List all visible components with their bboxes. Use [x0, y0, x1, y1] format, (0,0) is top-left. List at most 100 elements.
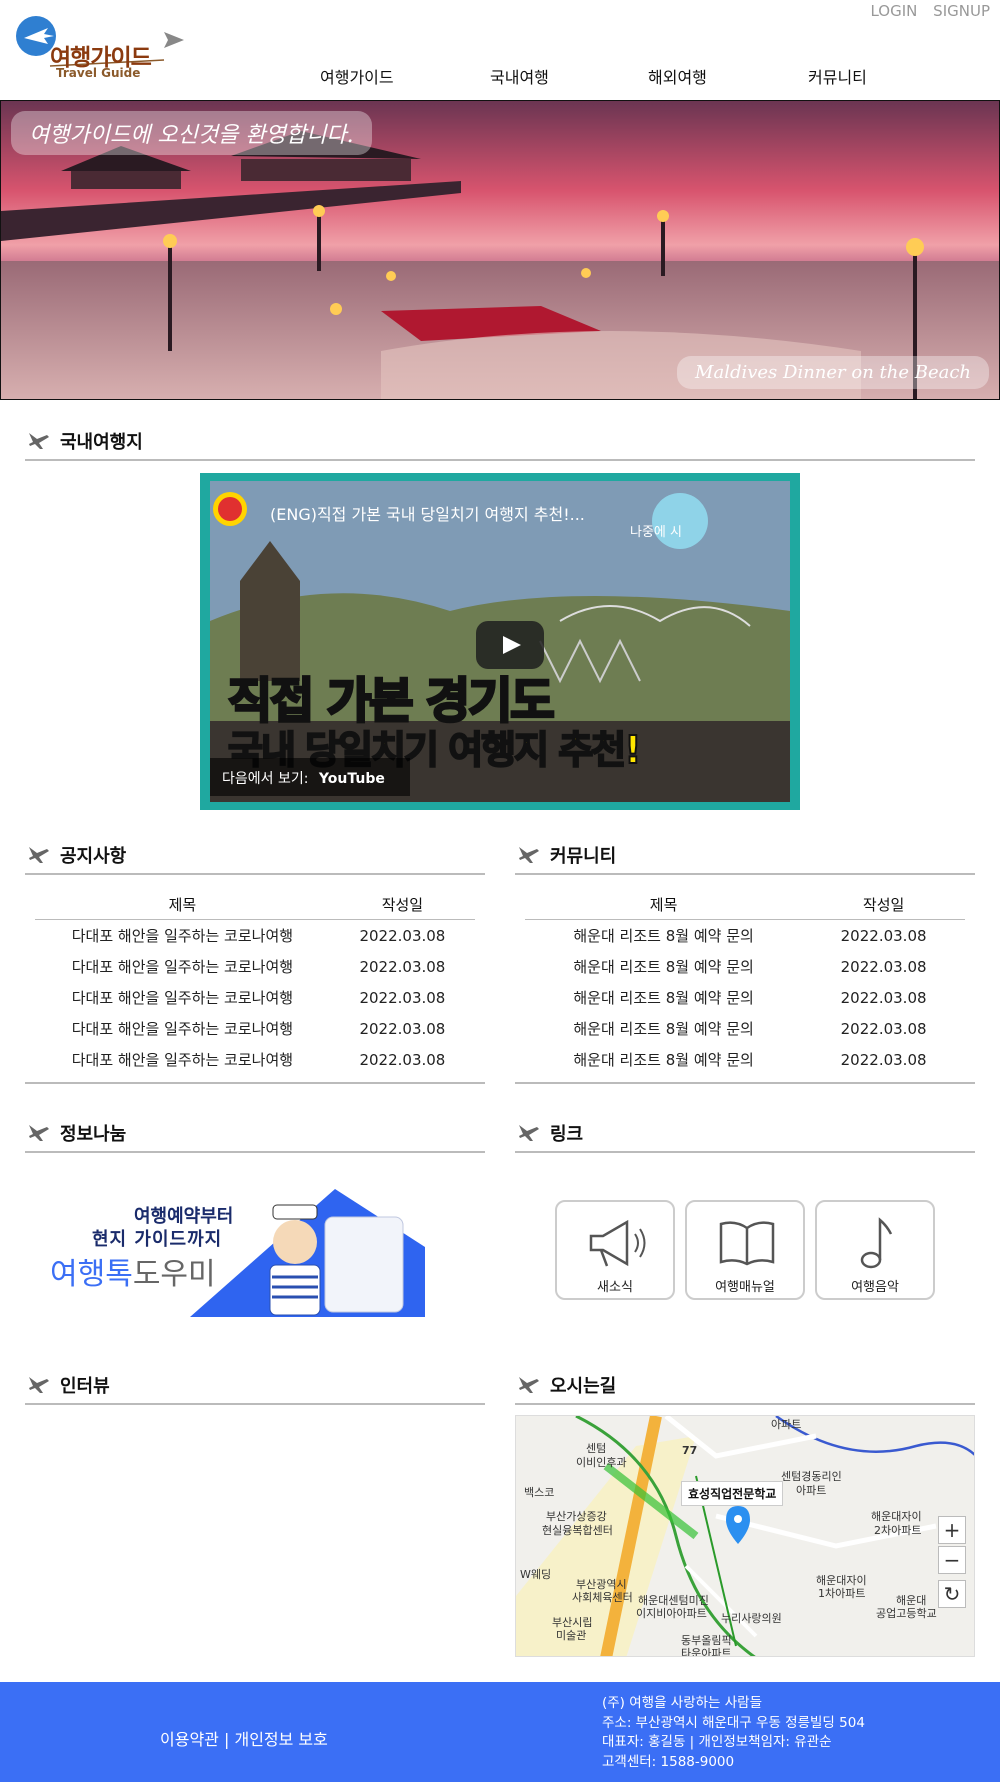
post-title[interactable]: 다대포 해안을 일주하는 코로나여행 — [35, 982, 330, 1013]
post-title[interactable]: 해운대 리조트 8월 예약 문의 — [525, 1013, 802, 1044]
map-label: 이비인후과 — [576, 1456, 627, 1469]
nav-item-domestic[interactable]: 국내여행 — [490, 64, 549, 88]
post-title[interactable]: 해운대 리조트 8월 예약 문의 — [525, 982, 802, 1013]
megaphone-icon — [589, 1219, 646, 1267]
table-row[interactable]: 다대포 해안을 일주하는 코로나여행 2022.03.08 — [35, 1013, 475, 1044]
banner-brand-blue: 여행톡 — [50, 1257, 133, 1292]
table-row[interactable]: 해운대 리조트 8월 예약 문의 2022.03.08 — [525, 951, 965, 982]
location-map[interactable]: 아파트 센텀 이비인후과 백스코 센텀경동리인 아파트 부산가상증강 현실융복합… — [515, 1415, 975, 1657]
plane-icon — [519, 847, 539, 863]
map-zoom-in-button[interactable]: + — [938, 1516, 966, 1544]
site-footer: 이용약관 | 개인정보 보호 (주) 여행을 사랑하는 사람들 주소: 부산광역… — [0, 1682, 1000, 1782]
interview-section-header: 인터뷰 — [25, 1369, 485, 1405]
notice-board: 제목 작성일 다대포 해안을 일주하는 코로나여행 2022.03.08 다대포 … — [25, 890, 485, 1084]
map-label: 현실융복합센터 — [542, 1524, 613, 1537]
footer-separator: | — [223, 1730, 230, 1749]
map-label: 백스코 — [524, 1486, 555, 1499]
nav-item-overseas[interactable]: 해외여행 — [648, 64, 707, 88]
youtube-logo: YouTube — [318, 771, 385, 787]
post-date: 2022.03.08 — [359, 957, 446, 976]
link-manual-button[interactable]: 여행매뉴얼 — [685, 1200, 805, 1300]
col-title-header: 제목 — [525, 890, 803, 920]
post-date: 2022.03.08 — [840, 957, 927, 976]
links-section-header: 링크 — [515, 1117, 975, 1153]
table-row[interactable]: 다대포 해안을 일주하는 코로나여행 2022.03.08 — [35, 1044, 475, 1075]
nav-item-travel-guide[interactable]: 여행가이드 — [320, 64, 394, 88]
post-title[interactable]: 다대포 해안을 일주하는 코로나여행 — [35, 1013, 330, 1044]
table-row[interactable]: 다대포 해안을 일주하는 코로나여행 2022.03.08 — [35, 951, 475, 982]
plane-icon — [29, 1125, 49, 1141]
company-name: (주) 여행을 사랑하는 사람들 — [602, 1695, 763, 1711]
nav-item-community[interactable]: 커뮤니티 — [808, 64, 867, 88]
post-date: 2022.03.08 — [359, 1050, 446, 1069]
directions-section-title: 오시는길 — [550, 1376, 617, 1397]
table-row[interactable]: 해운대 리조트 8월 예약 문의 2022.03.08 — [525, 1013, 965, 1044]
hero-welcome-text: 여행가이드에 오신것을 환영합니다. — [11, 111, 372, 155]
company-info: (주) 여행을 사랑하는 사람들 주소: 부산광역시 해운대구 우동 정릉빌딩 … — [602, 1694, 865, 1772]
plane-icon — [29, 1377, 49, 1393]
map-label: 사회체육센터 — [572, 1591, 633, 1604]
travel-talk-banner[interactable]: 여행예약부터 현지 가이드까지 여행톡도우미 — [40, 1187, 425, 1317]
map-label: 타운아파트 — [681, 1647, 732, 1657]
post-title[interactable]: 다대포 해안을 일주하는 코로나여행 — [35, 951, 330, 982]
login-link[interactable]: LOGIN — [870, 2, 917, 20]
watch-on-youtube[interactable]: 다음에서 보기: YouTube — [210, 758, 410, 796]
banner-brand-gray: 도우미 — [132, 1257, 216, 1292]
banner-brand: 여행톡도우미 — [50, 1249, 216, 1293]
plane-icon — [519, 1377, 539, 1393]
table-row[interactable]: 해운대 리조트 8월 예약 문의 2022.03.08 — [525, 982, 965, 1013]
watch-later-button[interactable]: 나중에 시 — [630, 521, 682, 540]
company-ceo: 대표자: 홍길동 | 개인정보책임자: 유관순 — [602, 1734, 832, 1750]
table-row[interactable]: 다대포 해안을 일주하는 코로나여행 2022.03.08 — [35, 982, 475, 1013]
post-title[interactable]: 다대포 해안을 일주하는 코로나여행 — [35, 1044, 330, 1075]
domestic-section-title: 국내여행지 — [60, 432, 143, 453]
community-section-header: 커뮤니티 — [515, 839, 975, 875]
table-row[interactable]: 해운대 리조트 8월 예약 문의 2022.03.08 — [525, 1044, 965, 1075]
hero-caption: Maldives Dinner on the Beach — [677, 356, 989, 389]
post-title[interactable]: 다대포 해안을 일주하는 코로나여행 — [35, 920, 330, 952]
company-address: 주소: 부산광역시 해운대구 우동 정릉빌딩 504 — [602, 1714, 865, 1731]
map-marker-label[interactable]: 효성직업전문학교 — [681, 1481, 784, 1506]
signup-link[interactable]: SIGNUP — [933, 2, 990, 20]
map-reset-button[interactable]: ↻ — [938, 1580, 966, 1608]
link-music-label: 여행음악 — [851, 1280, 899, 1295]
table-row[interactable]: 다대포 해안을 일주하는 코로나여행 2022.03.08 — [35, 920, 475, 952]
post-date: 2022.03.08 — [359, 926, 446, 945]
post-date: 2022.03.08 — [359, 1019, 446, 1038]
plane-icon — [29, 847, 49, 863]
video-title[interactable]: (ENG)직접 가본 국내 당일치기 여행지 추천!... — [270, 501, 585, 525]
music-note-icon — [860, 1217, 893, 1269]
logo[interactable]: 여행가이드 Travel Guide — [14, 14, 184, 82]
plane-icon — [29, 433, 49, 449]
post-title[interactable]: 해운대 리조트 8월 예약 문의 — [525, 920, 802, 952]
youtube-video-embed[interactable]: (ENG)직접 가본 국내 당일치기 여행지 추천!... 나중에 시 직접 가… — [200, 473, 800, 810]
customer-center: 고객센터: 1588-9000 — [602, 1753, 735, 1770]
post-date: 2022.03.08 — [840, 988, 927, 1007]
directions-section-header: 오시는길 — [515, 1369, 975, 1405]
notice-table: 제목 작성일 다대포 해안을 일주하는 코로나여행 2022.03.08 다대포 … — [35, 890, 475, 1075]
privacy-link[interactable]: 개인정보 보호 — [234, 1730, 327, 1749]
link-news-button[interactable]: 새소식 — [555, 1200, 675, 1300]
link-manual-label: 여행매뉴얼 — [715, 1280, 775, 1295]
post-date: 2022.03.08 — [359, 988, 446, 1007]
highway-number-badge: 77 — [682, 1444, 698, 1457]
map-label: 미술관 — [556, 1629, 587, 1642]
post-date: 2022.03.08 — [840, 1019, 927, 1038]
post-title[interactable]: 해운대 리조트 8월 예약 문의 — [525, 951, 802, 982]
community-section-title: 커뮤니티 — [550, 846, 617, 867]
map-label: 공업고등학교 — [876, 1607, 937, 1620]
info-section-title: 정보나눔 — [60, 1124, 127, 1145]
post-title[interactable]: 해운대 리조트 8월 예약 문의 — [525, 1044, 802, 1075]
link-music-button[interactable]: 여행음악 — [815, 1200, 935, 1300]
interview-section-title: 인터뷰 — [60, 1376, 110, 1397]
divider — [515, 1082, 975, 1084]
map-label: 2차아파트 — [874, 1524, 922, 1537]
logo-subtitle: Travel Guide — [56, 66, 141, 80]
map-zoom-out-button[interactable]: − — [938, 1546, 966, 1574]
banner-line-2: 현지 가이드까지 — [92, 1229, 223, 1250]
terms-link[interactable]: 이용약관 — [160, 1730, 219, 1749]
plane-icon — [519, 1125, 539, 1141]
top-links: LOGIN SIGNUP — [859, 2, 990, 20]
table-row[interactable]: 해운대 리조트 8월 예약 문의 2022.03.08 — [525, 920, 965, 952]
community-board: 제목 작성일 해운대 리조트 8월 예약 문의 2022.03.08 해운대 리조… — [515, 890, 975, 1084]
